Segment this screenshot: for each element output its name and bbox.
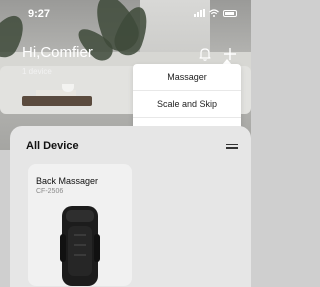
battery-icon: [223, 10, 237, 17]
status-icons: [194, 9, 237, 17]
device-count: 1 device: [22, 67, 52, 76]
back-massager-image: [60, 206, 100, 286]
menu-item-massager[interactable]: Massager: [133, 64, 241, 91]
wifi-icon: [209, 9, 219, 17]
menu-item-scale-and-skip[interactable]: Scale and Skip: [133, 91, 241, 118]
background-cup: [62, 84, 74, 92]
greeting-title: Hi,Comfier: [22, 44, 93, 61]
devices-panel: All Device Back Massager CF-2506: [10, 126, 251, 287]
signal-icon: [194, 9, 205, 17]
panel-title: All Device: [26, 140, 79, 152]
background-table: [22, 96, 92, 106]
device-name: Back Massager: [36, 176, 99, 186]
device-model: CF-2506: [36, 188, 64, 195]
status-time: 9:27: [28, 8, 51, 20]
device-card[interactable]: Back Massager CF-2506: [28, 164, 132, 286]
bell-icon[interactable]: [197, 46, 213, 62]
status-bar: 9:27: [0, 0, 251, 26]
list-view-icon[interactable]: [226, 144, 238, 150]
